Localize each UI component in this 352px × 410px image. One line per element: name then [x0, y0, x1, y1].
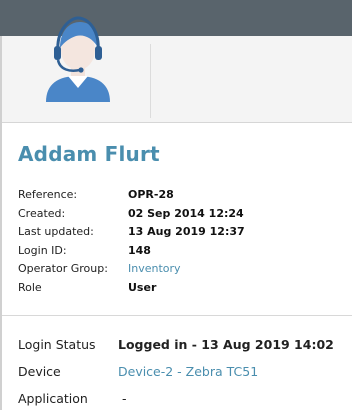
detail-value: 02 Sep 2014 12:24	[128, 207, 244, 220]
status-value: Logged in - 13 Aug 2019 14:02	[118, 337, 334, 352]
detail-label: Created:	[18, 207, 66, 220]
detail-label: Reference:	[18, 188, 78, 201]
operator-group-link[interactable]: Inventory	[128, 262, 181, 276]
detail-label: Role	[18, 281, 42, 294]
detail-value: 13 Aug 2019 12:37	[128, 225, 245, 238]
operator-headset-icon	[46, 16, 110, 102]
status-value: -	[122, 391, 127, 406]
section-divider	[2, 315, 352, 316]
status-label: Device	[18, 364, 61, 379]
device-link[interactable]: Device-2 - Zebra TC51	[118, 364, 258, 380]
status-label: Application	[18, 391, 88, 406]
detail-label: Login ID:	[18, 244, 67, 257]
operator-name: Addam Flurt	[18, 142, 160, 166]
detail-value: 148	[128, 244, 151, 257]
detail-label: Operator Group:	[18, 262, 108, 275]
detail-value: User	[128, 281, 157, 294]
status-label: Login Status	[18, 337, 96, 352]
detail-value: OPR-28	[128, 188, 174, 201]
header-divider	[150, 44, 151, 118]
detail-label: Last updated:	[18, 225, 94, 238]
